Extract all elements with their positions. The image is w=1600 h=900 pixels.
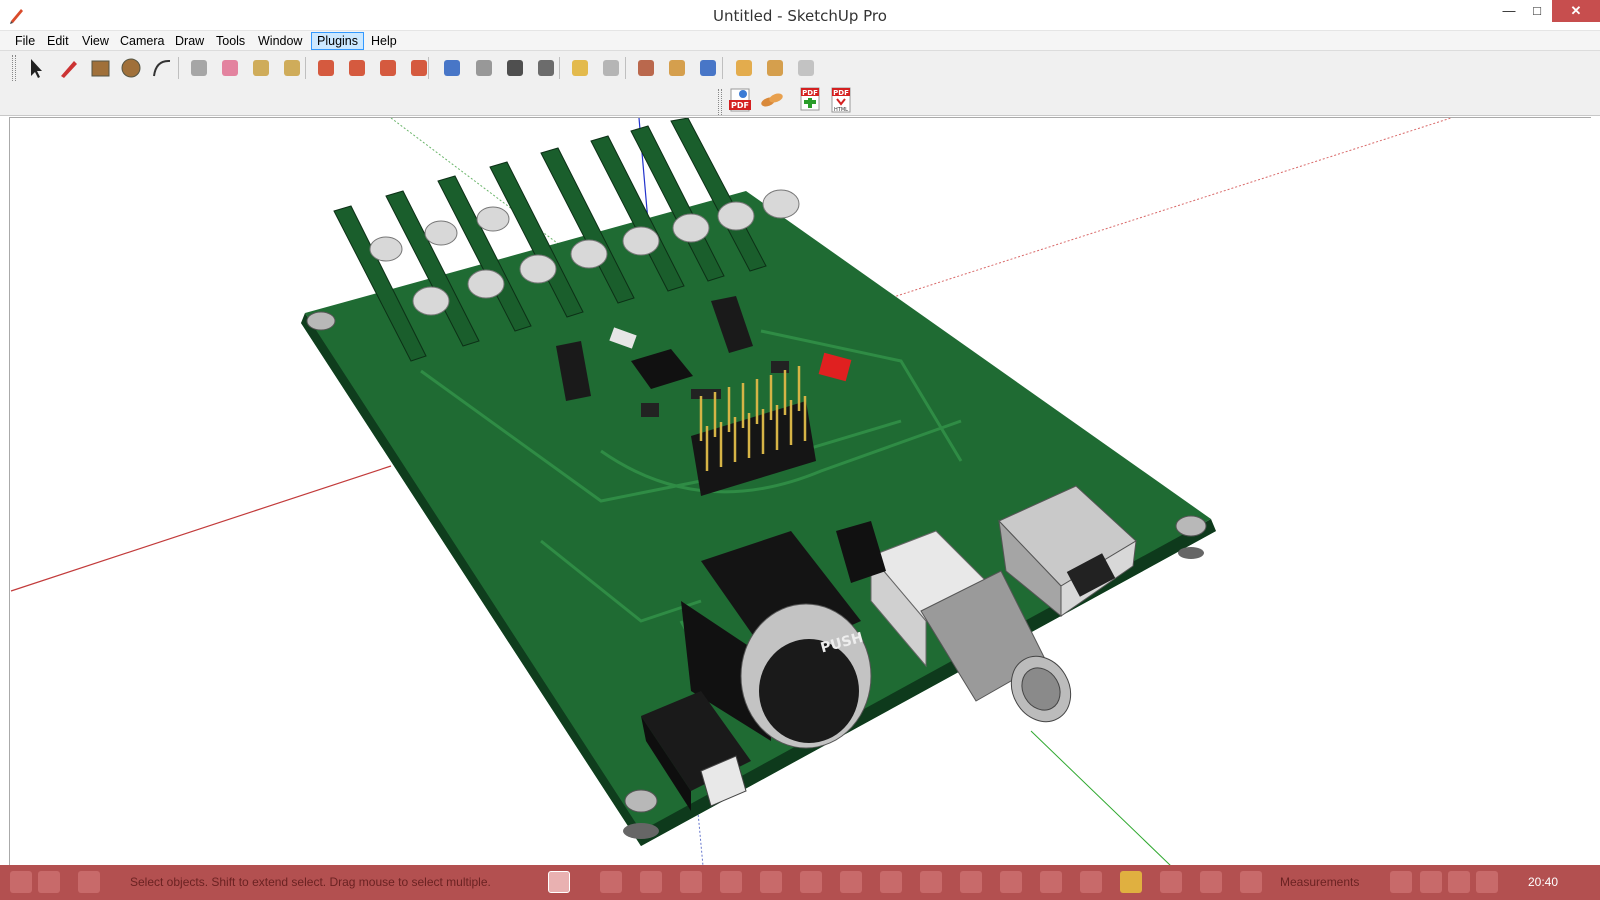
task-icon[interactable] (1240, 871, 1262, 893)
status-geo-icon[interactable] (10, 871, 32, 893)
task-icon[interactable] (1160, 871, 1182, 893)
svg-text:HTML: HTML (834, 107, 848, 113)
previous-view-icon[interactable] (566, 54, 594, 82)
task-icon[interactable] (680, 871, 702, 893)
measurements-label[interactable]: Measurements (1280, 875, 1359, 889)
tray-volume-icon[interactable] (1476, 871, 1498, 893)
toolbar-separator (428, 57, 429, 79)
task-icon[interactable] (920, 871, 942, 893)
main-toolbar (0, 51, 1600, 85)
menu-help[interactable]: Help (366, 32, 402, 50)
zoom-icon[interactable] (501, 54, 529, 82)
task-icon[interactable] (880, 871, 902, 893)
look-around-icon[interactable] (694, 54, 722, 82)
zoom-extents-icon[interactable] (532, 54, 560, 82)
menu-view[interactable]: View (77, 32, 114, 50)
task-icon[interactable] (1080, 871, 1102, 893)
pcb-model[interactable]: PUSH (10, 118, 1591, 865)
pencil-icon[interactable] (55, 54, 83, 82)
toolbar-grip[interactable] (12, 55, 16, 81)
menu-plugins[interactable]: Plugins (311, 32, 364, 50)
arc-icon[interactable] (148, 54, 176, 82)
menu-window[interactable]: Window (253, 32, 307, 50)
orbit-icon[interactable] (438, 54, 466, 82)
toolbar-separator (722, 57, 723, 79)
task-icon[interactable] (800, 871, 822, 893)
menu-file[interactable]: File (10, 32, 40, 50)
paint-bucket-icon[interactable] (278, 54, 306, 82)
window-title: Untitled - SketchUp Pro (713, 7, 887, 25)
menu-bar: File Edit View Camera Draw Tools Window … (0, 31, 1600, 51)
task-icon[interactable] (960, 871, 982, 893)
title-bar: Untitled - SketchUp Pro — □ ✕ (0, 0, 1600, 31)
tape-measure-icon[interactable] (247, 54, 275, 82)
task-icon[interactable] (1040, 871, 1062, 893)
pdf-add-icon[interactable]: PDF (796, 86, 824, 114)
push-pull-icon[interactable] (312, 54, 340, 82)
rectangle-icon[interactable] (86, 54, 114, 82)
model-viewport[interactable]: PUSH (9, 117, 1591, 865)
task-icon[interactable] (1000, 871, 1022, 893)
sketchup-task-icon[interactable] (548, 871, 570, 893)
task-icon[interactable] (600, 871, 622, 893)
svg-text:PDF: PDF (802, 89, 818, 97)
menu-draw[interactable]: Draw (170, 32, 209, 50)
red-axis-dashed (880, 118, 1452, 302)
close-button[interactable]: ✕ (1552, 0, 1600, 22)
minimize-button[interactable]: — (1494, 0, 1524, 22)
next-view-icon[interactable] (597, 54, 625, 82)
plugin-toolbar-grip[interactable] (718, 89, 722, 115)
file-explorer-icon[interactable] (38, 871, 60, 893)
pan-icon[interactable] (470, 54, 498, 82)
share-model-icon[interactable] (761, 54, 789, 82)
extension-warehouse-icon[interactable] (792, 54, 820, 82)
tray-signal-icon[interactable] (1448, 871, 1470, 893)
help-icon[interactable] (78, 871, 100, 893)
export-pdf-icon[interactable]: PDF (727, 86, 755, 114)
toolbar-separator (305, 57, 306, 79)
task-icon[interactable] (840, 871, 862, 893)
pdf-html-icon[interactable]: PDF HTML (827, 86, 855, 114)
maximize-button[interactable]: □ (1522, 0, 1552, 22)
task-icon[interactable] (640, 871, 662, 893)
toolbar-separator (178, 57, 179, 79)
circle-icon[interactable] (117, 54, 145, 82)
clock[interactable]: 20:40 (1528, 875, 1558, 889)
select-icon[interactable] (22, 54, 50, 82)
task-icon[interactable] (1120, 871, 1142, 893)
menu-tools[interactable]: Tools (211, 32, 250, 50)
menu-camera[interactable]: Camera (115, 32, 169, 50)
position-camera-icon[interactable] (632, 54, 660, 82)
plugin-toolbar: PDF PDF PDF HTML (0, 85, 1600, 116)
toolbar-separator (625, 57, 626, 79)
green-axis (1030, 730, 1171, 865)
tray-flag-icon[interactable] (1390, 871, 1412, 893)
task-icon[interactable] (1200, 871, 1222, 893)
svg-text:PDF: PDF (833, 89, 849, 97)
get-models-icon[interactable] (730, 54, 758, 82)
tray-battery-icon[interactable] (1420, 871, 1442, 893)
make-component-icon[interactable] (185, 54, 213, 82)
walk-icon[interactable] (663, 54, 691, 82)
toolbar-separator (559, 57, 560, 79)
task-icon[interactable] (720, 871, 742, 893)
rotate-icon[interactable] (374, 54, 402, 82)
menu-edit[interactable]: Edit (42, 32, 74, 50)
red-axis (10, 465, 392, 592)
eraser-icon[interactable] (216, 54, 244, 82)
task-icon[interactable] (760, 871, 782, 893)
status-taskbar: Select objects. Shift to extend select. … (0, 865, 1600, 900)
svg-text:PDF: PDF (731, 101, 749, 110)
move-icon[interactable] (343, 54, 371, 82)
link-icon[interactable] (758, 86, 786, 114)
status-hint: Select objects. Shift to extend select. … (130, 875, 491, 889)
